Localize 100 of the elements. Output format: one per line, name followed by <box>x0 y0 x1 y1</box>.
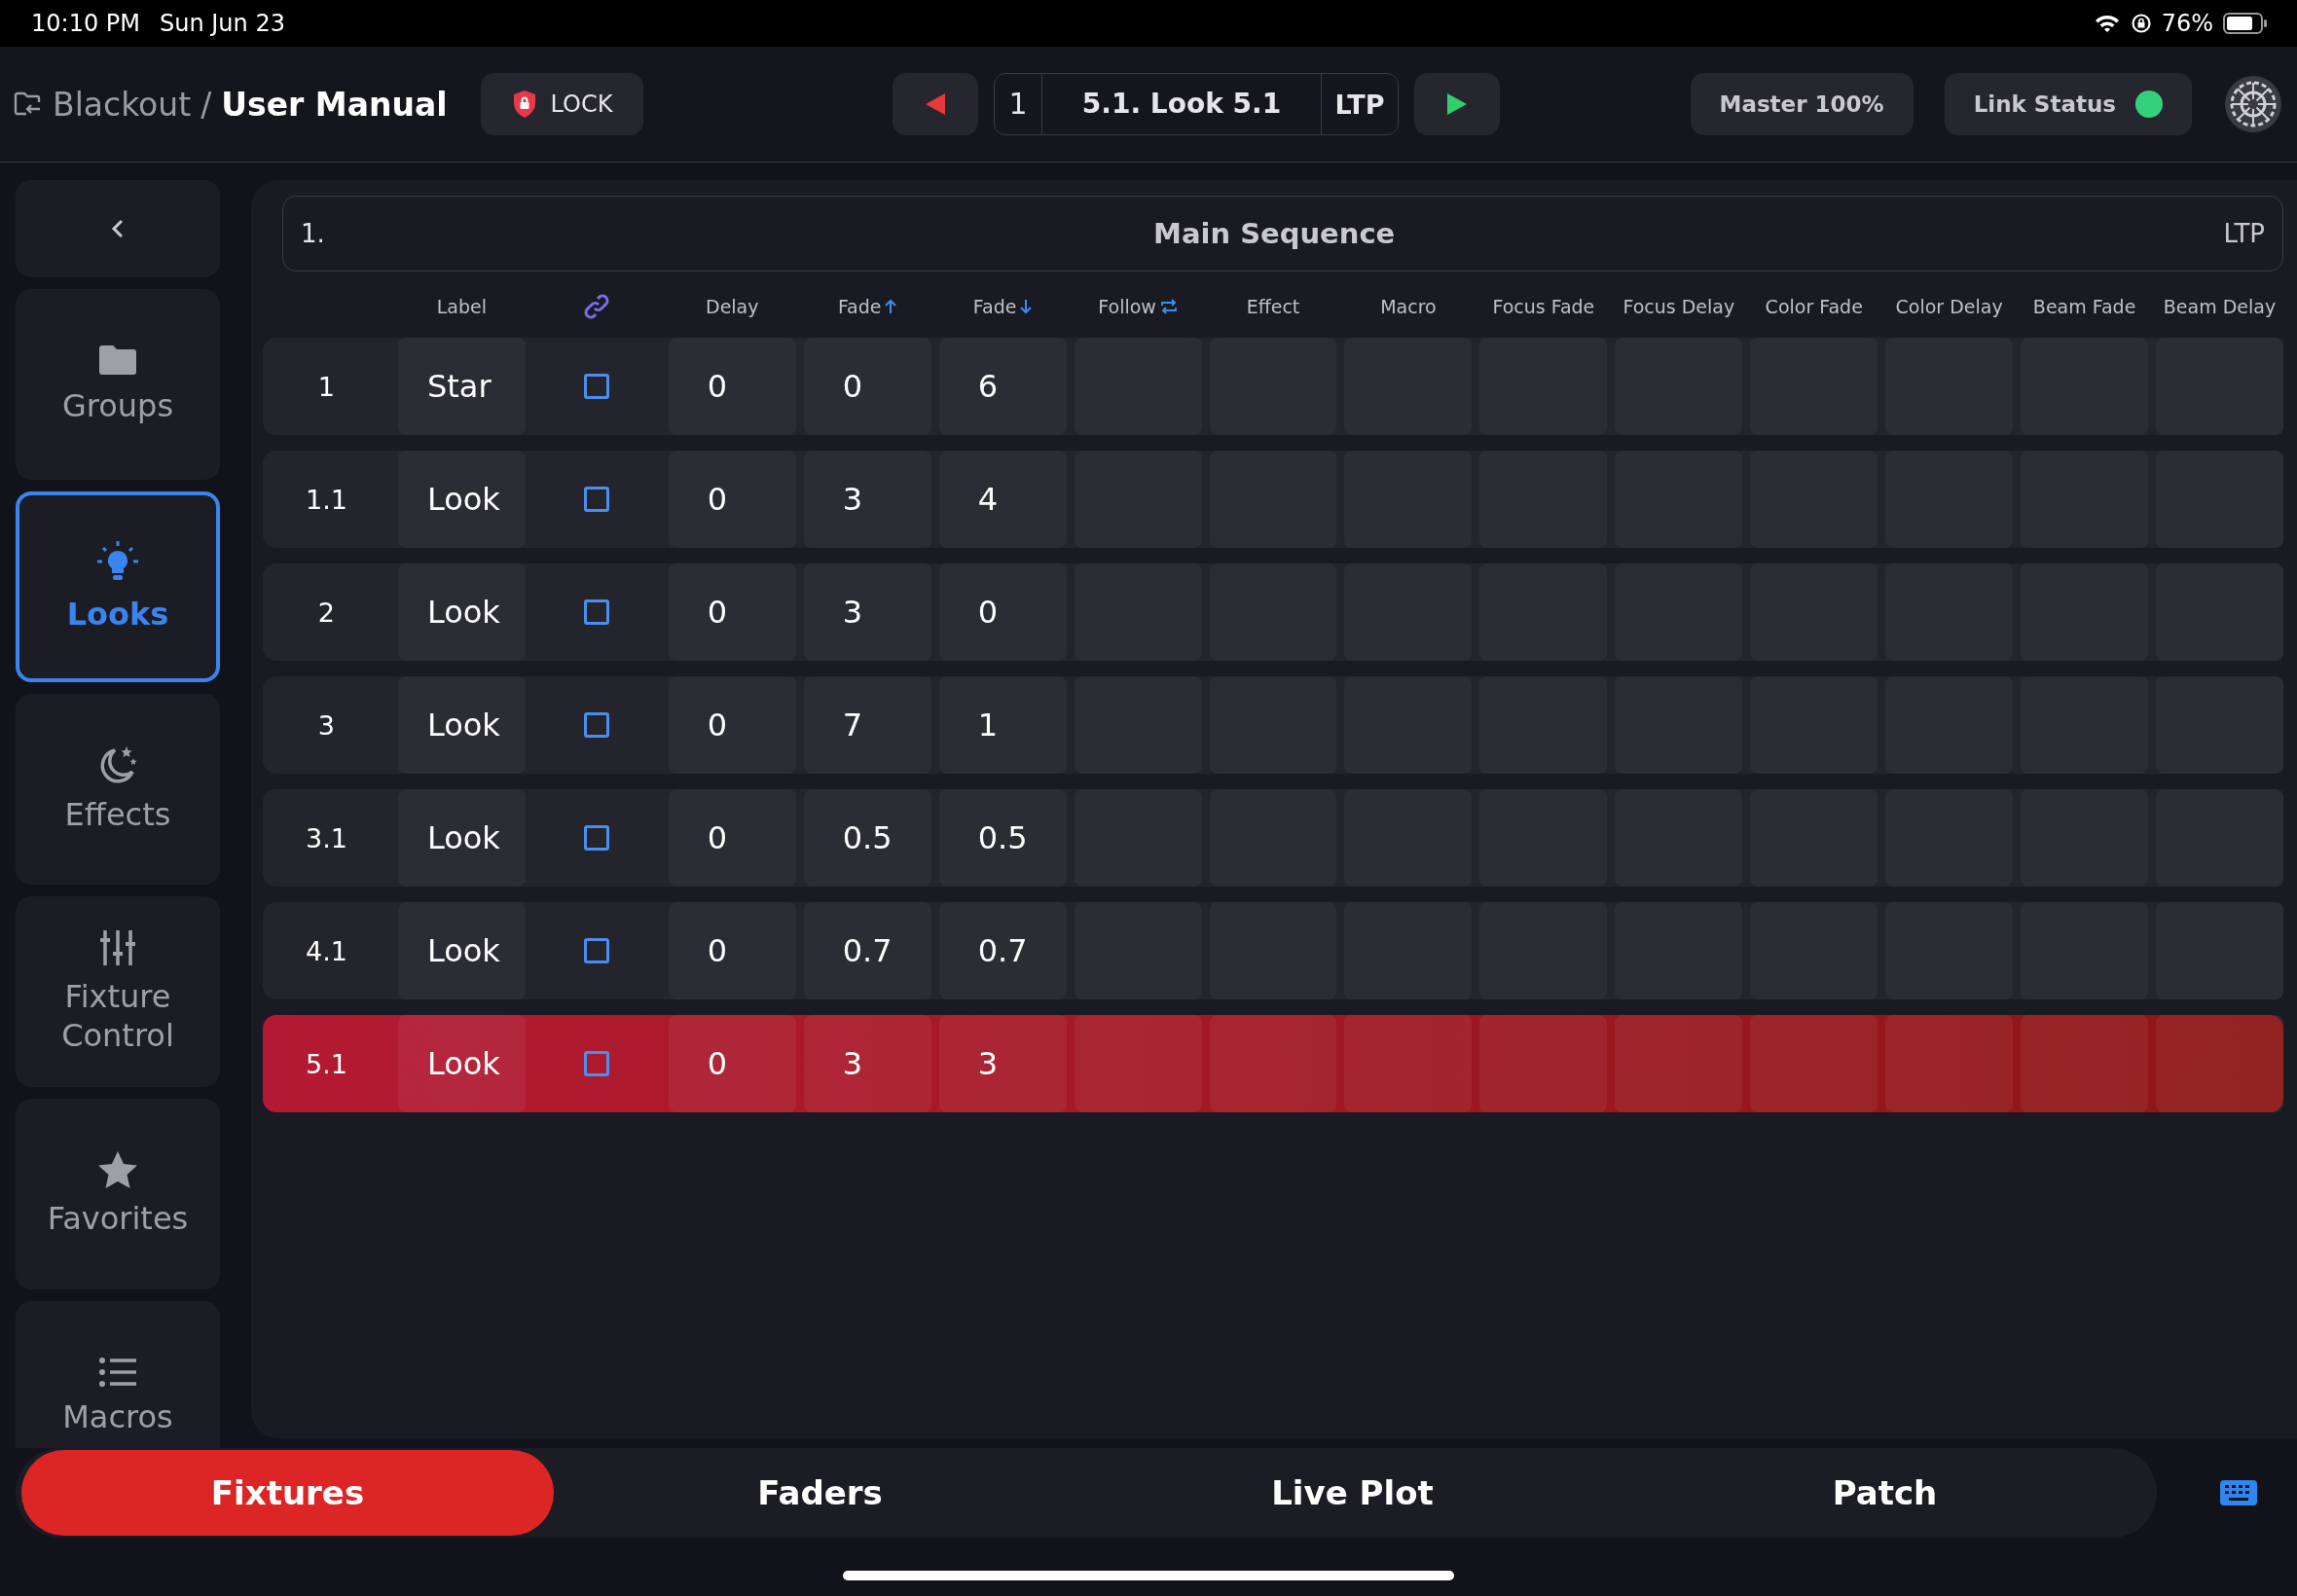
table-row[interactable]: 3.1 Look 0 0.5 0.5 <box>263 789 2283 887</box>
cue-name: 5.1. Look 5.1 <box>1042 74 1322 134</box>
battery-icon <box>2223 13 2268 34</box>
delay-cell[interactable]: 0 <box>668 676 796 774</box>
checkbox[interactable] <box>584 712 610 738</box>
bottom-tab[interactable]: Live Plot <box>1086 1450 1619 1536</box>
show-title: User Manual <box>221 85 448 124</box>
arrow-up-icon <box>885 299 897 314</box>
fade-down-cell[interactable]: 0 <box>938 563 1067 661</box>
keyboard-icon[interactable] <box>2219 1479 2258 1506</box>
column-header: Macro <box>1380 296 1437 317</box>
cue-number-cell-text: 4.1 <box>305 934 348 968</box>
fade-up-cell[interactable]: 3 <box>803 1015 931 1112</box>
label-cell[interactable]: Look <box>397 902 526 999</box>
sidebar-item[interactable]: Looks <box>16 491 220 682</box>
rotation-lock-icon <box>2130 13 2152 34</box>
label-cell[interactable]: Look <box>397 563 526 661</box>
table-row[interactable]: 2 Look 0 3 0 <box>263 563 2283 661</box>
checkbox[interactable] <box>584 1051 610 1076</box>
battery-percent: 76% <box>2161 10 2213 37</box>
lock-button[interactable]: LOCK <box>480 73 644 135</box>
fade-down-cell[interactable]: 3 <box>938 1015 1067 1112</box>
collapse-button[interactable] <box>16 180 220 277</box>
delay-cell[interactable]: 0 <box>668 902 796 999</box>
fade-down-cell[interactable]: 0.7 <box>938 902 1067 999</box>
link-status-button[interactable]: Link Status <box>1944 73 2192 135</box>
fade-down-cell[interactable]: 6 <box>938 338 1067 435</box>
arrow-down-icon <box>1020 299 1033 314</box>
bottom-tab[interactable]: Fixtures <box>21 1450 554 1536</box>
checkbox[interactable] <box>584 374 610 399</box>
cue-number-cell-text: 1.1 <box>305 483 348 517</box>
sidebar-item[interactable]: Favorites <box>16 1099 220 1289</box>
table-row[interactable]: 4.1 Look 0 0.7 0.7 <box>263 902 2283 999</box>
star-icon <box>97 1150 138 1189</box>
sidebar-item[interactable]: Fixture Control <box>16 896 220 1087</box>
status-date: Sun Jun 23 <box>160 10 285 37</box>
column-header: Beam Fade <box>2032 296 2136 317</box>
cue-number-cell-text: 5.1 <box>305 1047 348 1081</box>
sidebar-item[interactable]: Macros <box>16 1301 220 1448</box>
checkbox[interactable] <box>584 938 610 963</box>
fade-up-cell[interactable]: 0 <box>803 338 931 435</box>
cue-number: 1 <box>995 74 1042 134</box>
delay-cell[interactable]: 0 <box>668 563 796 661</box>
checkbox[interactable] <box>584 825 610 851</box>
cue-number-cell-text: 2 <box>316 596 337 630</box>
bottom-tab[interactable]: Patch <box>1619 1450 2151 1536</box>
label-cell[interactable]: Look <box>397 676 526 774</box>
cue-mode: LTP <box>1333 89 1386 120</box>
delay-cell[interactable]: 0 <box>668 451 796 548</box>
label-cell[interactable]: Star <box>397 338 526 435</box>
delay-cell[interactable]: 0 <box>668 338 796 435</box>
next-cue-button[interactable] <box>1414 73 1500 135</box>
label-cell[interactable]: Look <box>397 789 526 887</box>
fade-up-cell[interactable]: 0.5 <box>803 789 931 887</box>
sidebar-item[interactable]: Groups <box>16 289 220 480</box>
repeat-icon <box>1159 299 1178 314</box>
label-cell[interactable]: Look <box>397 1015 526 1112</box>
fade-down-cell[interactable]: 4 <box>938 451 1067 548</box>
master-button[interactable]: Master 100% <box>1690 73 1914 135</box>
sliders-icon <box>99 928 136 967</box>
sequence-mode: LTP <box>2223 219 2265 248</box>
column-header: Label <box>436 296 487 317</box>
fade-up-cell[interactable]: 3 <box>803 563 931 661</box>
checkbox[interactable] <box>584 599 610 625</box>
table-row[interactable]: 3 Look 0 7 1 <box>263 676 2283 774</box>
checkbox[interactable] <box>584 487 610 512</box>
column-header: Effect <box>1246 296 1300 317</box>
bottom-tab[interactable]: Faders <box>554 1450 1086 1536</box>
wheel-logo-icon[interactable] <box>2223 74 2283 134</box>
column-header: Focus Delay <box>1622 296 1735 317</box>
fade-up-cell[interactable]: 0.7 <box>803 902 931 999</box>
sequence-number: 1. <box>301 219 325 248</box>
sequence-title: Main Sequence <box>1152 217 1397 250</box>
cue-number-cell-text: 3 <box>316 708 337 743</box>
cue-number-cell-text: 3.1 <box>305 821 348 855</box>
folder-exit-icon[interactable] <box>14 91 43 118</box>
fade-down-cell[interactable]: 0.5 <box>938 789 1067 887</box>
link-icon <box>583 293 611 320</box>
label-cell[interactable]: Look <box>397 451 526 548</box>
column-header: Delay <box>706 296 759 317</box>
chevron-left-icon <box>111 218 125 239</box>
fade-up-cell[interactable]: 7 <box>803 676 931 774</box>
delay-cell[interactable]: 0 <box>668 1015 796 1112</box>
delay-cell[interactable]: 0 <box>668 789 796 887</box>
column-header: Follow <box>1098 296 1156 317</box>
home-indicator[interactable] <box>843 1571 1454 1580</box>
column-header: Color Delay <box>1895 296 2003 317</box>
folder-icon <box>97 344 138 377</box>
column-header: Fade <box>837 296 882 317</box>
fade-down-cell[interactable]: 1 <box>938 676 1067 774</box>
sidebar-item[interactable]: Effects <box>16 694 220 885</box>
status-time: 10:10 PM <box>31 10 140 37</box>
table-row[interactable]: 1 Star 0 0 6 <box>263 338 2283 435</box>
fade-up-cell[interactable]: 3 <box>803 451 931 548</box>
project-name[interactable]: Blackout <box>53 85 192 124</box>
sequence-header[interactable]: 1. Main Sequence LTP <box>282 196 2283 272</box>
table-row[interactable]: 1.1 Look 0 3 4 <box>263 451 2283 548</box>
table-row[interactable]: 5.1 Look 0 3 3 <box>263 1015 2283 1112</box>
previous-cue-button[interactable] <box>893 73 978 135</box>
list-icon <box>98 1357 137 1388</box>
